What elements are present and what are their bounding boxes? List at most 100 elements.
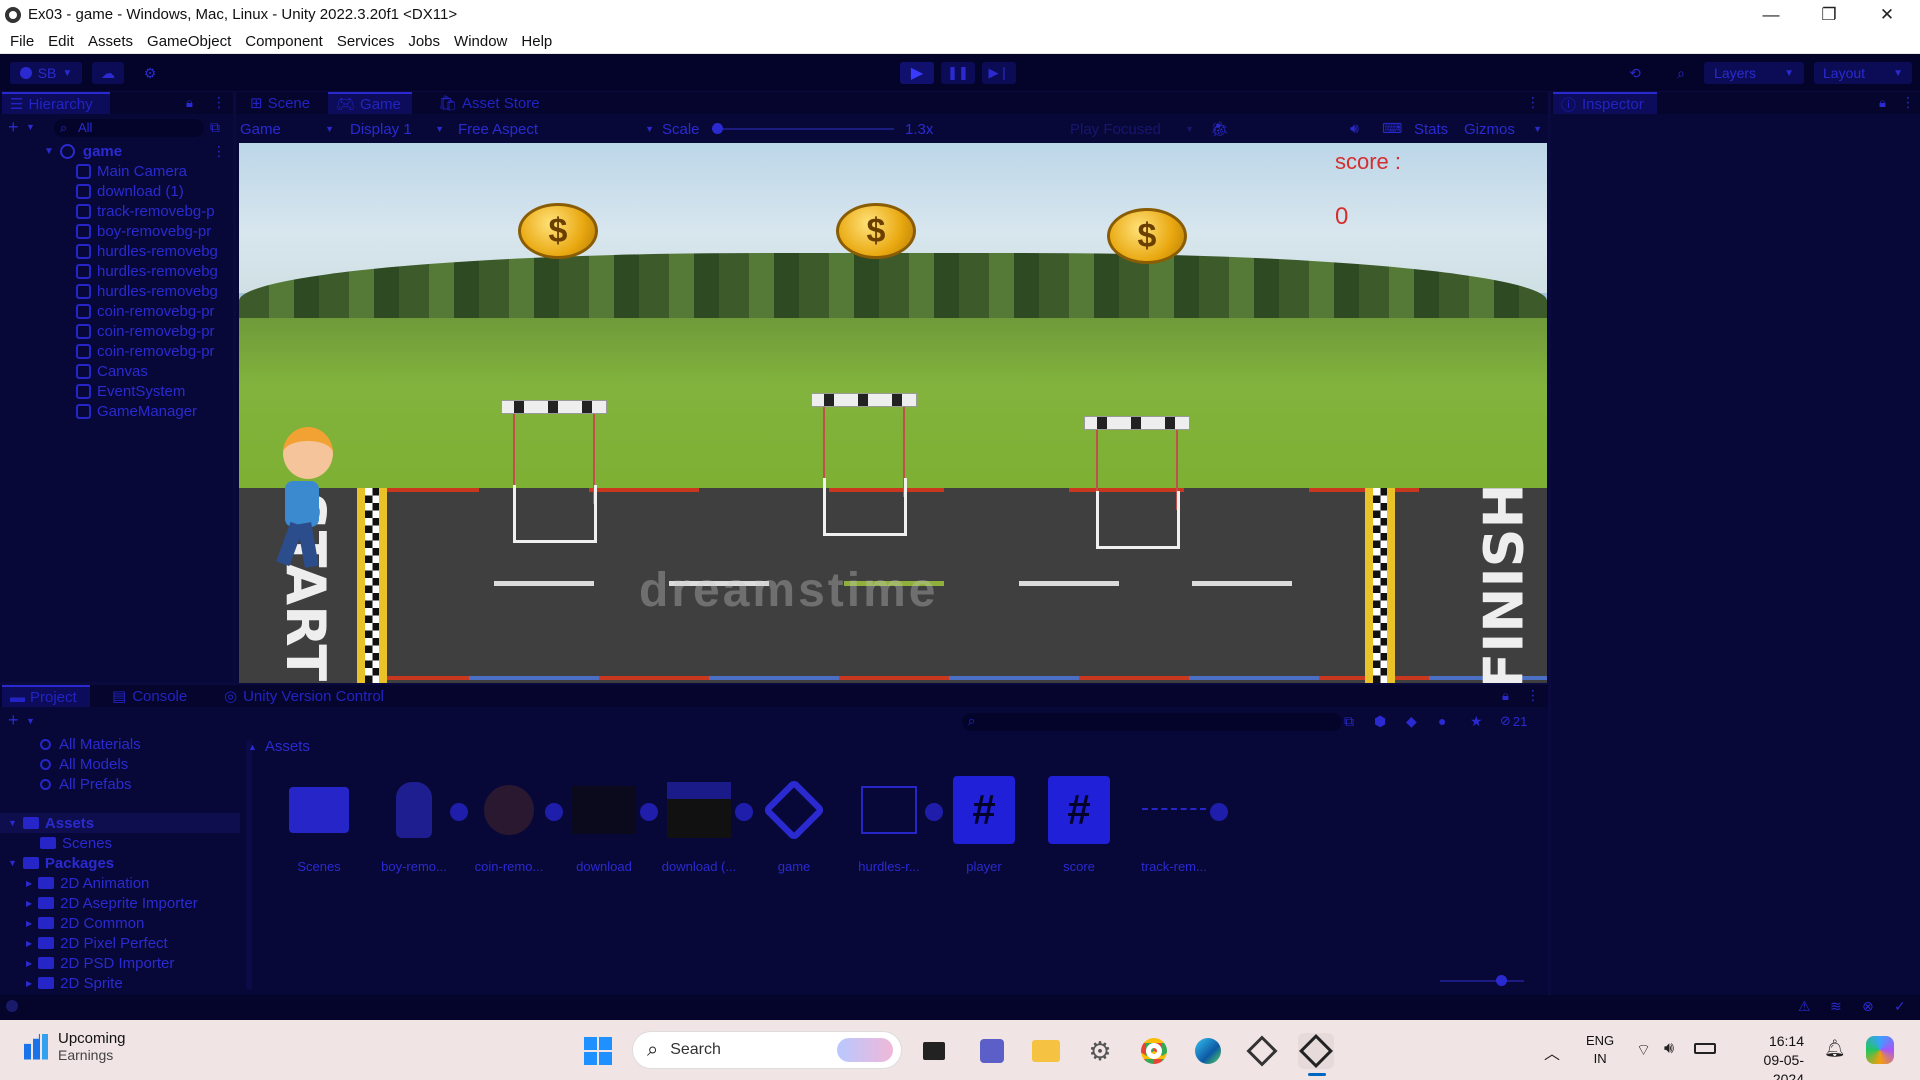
unity-editor-app[interactable] [1298, 1033, 1334, 1069]
hierarchy-item[interactable]: ▶Canvas [76, 361, 232, 381]
hidden-packages-toggle[interactable]: ⊘ 21 [1500, 713, 1527, 729]
game-viewport[interactable]: START FINISH dreamstime $ $ $ score : 0 [239, 143, 1547, 683]
volume-icon[interactable]: 🔊︎ [1664, 1040, 1674, 1058]
hierarchy-item[interactable]: coin-removebg-pr [76, 321, 232, 341]
cloud-button[interactable]: ☁ [92, 62, 124, 84]
clock[interactable]: 16:14 09-05-2024 [1734, 1032, 1804, 1080]
scene-root[interactable]: ▼ game [44, 141, 122, 161]
more-options-icon[interactable]: ⋮ [1526, 687, 1540, 704]
breadcrumb-assets[interactable]: Assets [265, 738, 310, 755]
menu-assets[interactable]: Assets [88, 33, 133, 50]
asset-item[interactable]: hurdles-r... [843, 778, 943, 878]
chrome-app[interactable] [1136, 1033, 1172, 1069]
scene-options-icon[interactable]: ⋮ [212, 143, 226, 160]
show-hidden-icons-chevron[interactable]: ︿ [1544, 1040, 1560, 1064]
tree-scenes[interactable]: Scenes [40, 833, 112, 853]
asset-item[interactable]: boy-remo... [368, 778, 468, 878]
hierarchy-item[interactable]: hurdles-removebg [76, 281, 232, 301]
search-button[interactable]: ⌕ [1666, 62, 1696, 84]
edge-app[interactable] [1190, 1033, 1226, 1069]
menu-window[interactable]: Window [454, 33, 507, 50]
tab-asset-store[interactable]: 🛍︎ Asset Store [432, 92, 552, 114]
wifi-icon[interactable]: ⌔ [1636, 1040, 1651, 1060]
more-options-icon[interactable]: ⋮ [1901, 94, 1915, 111]
account-button[interactable]: SB ▼ [10, 62, 82, 84]
add-icon[interactable]: + [8, 117, 19, 138]
display-dropdown[interactable]: Display 1 ▼ [350, 119, 446, 139]
tab-hierarchy[interactable]: ☰ Hierarchy [2, 92, 110, 114]
chevron-down-icon[interactable]: ▼ [26, 122, 35, 132]
gizmos-dropdown[interactable]: Gizmos ▼ [1464, 119, 1544, 139]
tree-package[interactable]: ▶ 2D Common [26, 913, 144, 933]
aspect-dropdown[interactable]: Free Aspect ▼ [458, 119, 656, 139]
scale-slider[interactable] [712, 123, 894, 134]
favorite-all-prefabs[interactable]: All Prefabs [40, 774, 132, 794]
chevron-down-icon[interactable]: ▼ [26, 716, 35, 726]
task-view-button[interactable] [916, 1033, 952, 1069]
tag-icon[interactable]: ◆ [1406, 713, 1417, 730]
audio-icon[interactable]: 🔊︎ [1350, 120, 1359, 137]
asset-item[interactable]: download [558, 778, 658, 878]
status-icon[interactable]: ⚠ [1798, 998, 1811, 1015]
asset-item[interactable]: coin-remo... [463, 778, 563, 878]
bug-icon[interactable]: 🐞︎ [1210, 120, 1229, 138]
scale-slider-handle[interactable] [712, 123, 723, 134]
play-focused-dropdown[interactable]: Play Focused ▼ [1068, 119, 1196, 139]
hierarchy-item[interactable]: download (1) [76, 181, 232, 201]
collab-button[interactable]: ⚙ [136, 62, 164, 84]
lock-icon[interactable]: 🔒︎ [1502, 688, 1509, 704]
hierarchy-item[interactable]: coin-removebg-pr [76, 341, 232, 361]
copilot-icon[interactable] [1866, 1036, 1894, 1064]
hierarchy-search-input[interactable]: ⌕ All [54, 119, 204, 137]
more-options-icon[interactable]: ⋮ [1526, 94, 1540, 111]
start-button[interactable] [580, 1033, 616, 1069]
asset-item[interactable]: # player [938, 776, 1030, 878]
settings-app[interactable]: ⚙ [1082, 1033, 1118, 1069]
tree-scrollbar[interactable] [246, 740, 252, 990]
keyboard-icon[interactable]: ⌨ [1382, 120, 1402, 137]
game-view-dropdown[interactable]: Game ▼ [238, 119, 340, 139]
more-options-icon[interactable]: ⋮ [212, 94, 226, 111]
hierarchy-item[interactable]: Main Camera [76, 161, 232, 181]
tree-package[interactable]: ▶ 2D PSD Importer [26, 953, 174, 973]
language-indicator[interactable]: ENG IN [1586, 1032, 1614, 1068]
play-button[interactable]: ▶ [900, 62, 934, 84]
status-icon[interactable]: ⊗ [1862, 998, 1874, 1015]
tab-scene[interactable]: ⊞ Scene [242, 92, 322, 114]
asset-item[interactable]: # score [1033, 776, 1125, 878]
menu-file[interactable]: File [10, 33, 34, 50]
minimize-button[interactable]: — [1742, 0, 1800, 29]
tree-packages[interactable]: ▼ Packages [0, 853, 114, 873]
favorite-all-materials[interactable]: All Materials [40, 734, 141, 754]
lock-icon[interactable]: 🔒︎ [1879, 95, 1886, 111]
favorite-all-models[interactable]: All Models [40, 754, 128, 774]
filter-by-label-icon[interactable]: ⬢ [1374, 713, 1386, 730]
pause-button[interactable]: ❚❚ [941, 62, 975, 84]
maximize-button[interactable]: ❐ [1800, 0, 1858, 29]
asset-item[interactable]: game [748, 778, 840, 878]
asset-item[interactable]: track-rem... [1128, 778, 1228, 878]
taskbar-search[interactable]: ⌕ Search [632, 1031, 902, 1069]
teams-app[interactable] [974, 1033, 1010, 1069]
status-icon[interactable]: ✓ [1894, 998, 1906, 1015]
tab-console[interactable]: ▤ Console [110, 685, 200, 707]
menu-help[interactable]: Help [521, 33, 552, 50]
hierarchy-item[interactable]: boy-removebg-pr [76, 221, 232, 241]
lock-icon[interactable]: 🔒︎ [186, 95, 193, 111]
tree-assets[interactable]: ▼ Assets [0, 813, 240, 833]
menu-services[interactable]: Services [337, 33, 395, 50]
asset-item[interactable]: download (... [653, 778, 753, 878]
tree-package[interactable]: ▶ 2D Aseprite Importer [26, 893, 198, 913]
asset-item[interactable]: Scenes [273, 778, 365, 878]
expand-sprite-icon[interactable] [1210, 803, 1228, 821]
tab-inspector[interactable]: ⓘ Inspector [1553, 92, 1657, 114]
close-button[interactable]: ✕ [1858, 0, 1916, 29]
alert-icon[interactable]: ● [1438, 713, 1446, 729]
tree-package[interactable]: ▶ 2D Pixel Perfect [26, 933, 168, 953]
widgets-button[interactable]: Upcoming Earnings [24, 1030, 126, 1063]
filter-icon[interactable]: ⧉ [210, 119, 220, 136]
step-button[interactable]: ▶❘ [982, 62, 1016, 84]
tab-version-control[interactable]: ◎ Unity Version Control [222, 685, 412, 707]
hierarchy-item[interactable]: EventSystem [76, 381, 232, 401]
menu-jobs[interactable]: Jobs [408, 33, 440, 50]
